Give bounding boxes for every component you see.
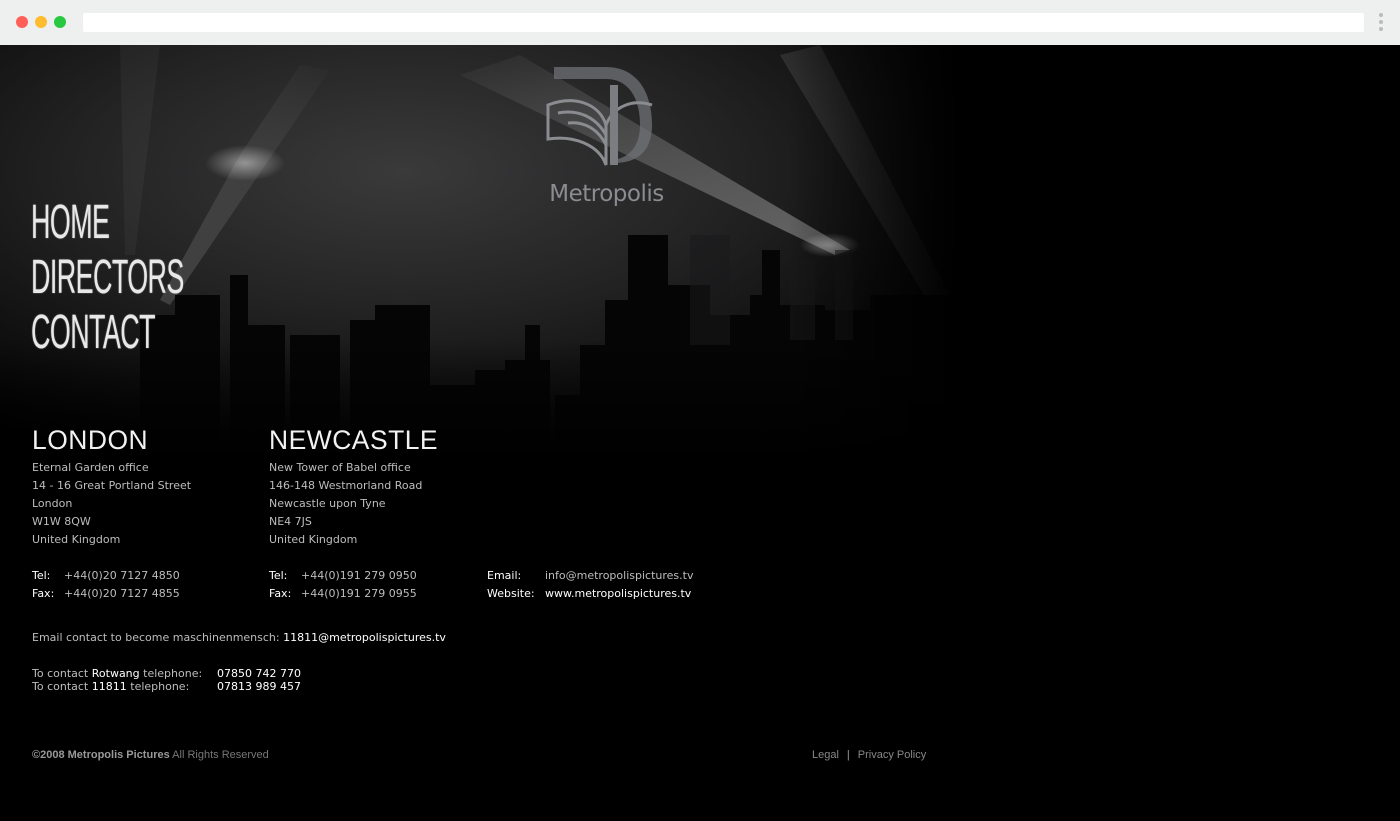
phone-contact-name: Rotwang bbox=[91, 667, 140, 680]
address-line: W1W 8QW bbox=[32, 515, 91, 528]
address-line: New Tower of Babel office bbox=[269, 461, 411, 474]
fax-label: Fax: bbox=[32, 587, 55, 600]
address-line: 146-148 Westmorland Road bbox=[269, 479, 423, 492]
london-address: Eternal Garden office 14 - 16 Great Port… bbox=[32, 459, 191, 549]
address-line: 14 - 16 Great Portland Street bbox=[32, 479, 192, 492]
phone-contact-name: 11811 bbox=[91, 680, 127, 693]
london-phones: Tel: +44(0)20 7127 4850 Fax: +44(0)20 7127… bbox=[32, 567, 180, 603]
nav-contact-link[interactable]: CONTACT bbox=[31, 305, 184, 360]
privacy-policy-link[interactable]: Privacy Policy bbox=[858, 749, 926, 761]
address-line: Newcastle upon Tyne bbox=[269, 497, 386, 510]
phone-prefix: To contact bbox=[32, 680, 89, 693]
london-title: LONDON bbox=[32, 425, 149, 455]
browser-chrome bbox=[0, 0, 1400, 45]
direct-phones: To contact Rotwang telephone: 07850 742 … bbox=[32, 667, 301, 693]
phone-row: To contact Rotwang telephone: 07850 742 … bbox=[32, 667, 301, 680]
newcastle-fax: +44(0)191 279 0955 bbox=[301, 587, 417, 600]
minimize-window-button[interactable] bbox=[35, 16, 47, 28]
newcastle-tel: +44(0)191 279 0950 bbox=[301, 569, 417, 582]
tel-label: Tel: bbox=[269, 569, 288, 582]
general-email-link[interactable]: info@metropolispictures.tv bbox=[545, 569, 693, 582]
general-contact: Email: info@metropolispictures.tv Website… bbox=[487, 567, 693, 603]
footer-separator: | bbox=[846, 749, 850, 761]
address-line: London bbox=[32, 497, 73, 510]
legal-link[interactable]: Legal bbox=[812, 749, 839, 761]
nav-directors-link[interactable]: DIRECTORS bbox=[31, 250, 184, 305]
copyright-owner: ©2008 Metropolis Pictures bbox=[32, 749, 170, 761]
phone-number: 07813 989 457 bbox=[217, 680, 301, 693]
maschinenmensch-contact: Email contact to become maschinenmensch:… bbox=[32, 631, 446, 644]
phone-number: 07850 742 770 bbox=[217, 667, 301, 680]
address-line: Eternal Garden office bbox=[32, 461, 149, 474]
maschinenmensch-text: Email contact to become maschinenmensch: bbox=[32, 631, 280, 644]
phone-suffix: telephone: bbox=[130, 680, 190, 693]
phone-prefix: To contact bbox=[32, 667, 89, 680]
newcastle-address: New Tower of Babel office 146-148 Westmo… bbox=[269, 459, 422, 549]
address-line: United Kingdom bbox=[269, 533, 358, 546]
london-tel: +44(0)20 7127 4850 bbox=[64, 569, 180, 582]
tel-label: Tel: bbox=[32, 569, 51, 582]
close-window-button[interactable] bbox=[16, 16, 28, 28]
page: Metropolis HOME DIRECTORS CONTACT LONDON… bbox=[0, 45, 1400, 821]
metropolis-emblem-icon bbox=[546, 67, 653, 166]
address-line: United Kingdom bbox=[32, 533, 121, 546]
fax-label: Fax: bbox=[269, 587, 292, 600]
nav-home-link[interactable]: HOME bbox=[31, 195, 184, 250]
website-label: Website: bbox=[487, 587, 535, 600]
newcastle-title: NEWCASTLE bbox=[269, 425, 439, 455]
address-line: NE4 7JS bbox=[269, 515, 312, 528]
logo-wordmark: Metropolis bbox=[549, 181, 664, 207]
metropolis-logo[interactable]: Metropolis bbox=[544, 65, 669, 215]
website-link[interactable]: www.metropolispictures.tv bbox=[545, 587, 691, 600]
newcastle-phones: Tel: +44(0)191 279 0950 Fax: +44(0)191 279… bbox=[269, 567, 417, 603]
footer-links: Legal | Privacy Policy bbox=[812, 749, 926, 761]
maschinenmensch-email-link[interactable]: 11811@metropolispictures.tv bbox=[283, 631, 446, 644]
maximize-window-button[interactable] bbox=[54, 16, 66, 28]
phone-row: To contact 11811 telephone: 07813 989 45… bbox=[32, 680, 301, 693]
phone-suffix: telephone: bbox=[143, 667, 203, 680]
browser-menu-icon[interactable] bbox=[1378, 13, 1384, 33]
main-nav: HOME DIRECTORS CONTACT bbox=[31, 195, 304, 360]
address-bar[interactable] bbox=[83, 13, 1364, 32]
rights-text: All Rights Reserved bbox=[172, 749, 269, 761]
copyright: ©2008 Metropolis Pictures All Rights Res… bbox=[32, 749, 269, 761]
email-label: Email: bbox=[487, 569, 522, 582]
london-fax: +44(0)20 7127 4855 bbox=[64, 587, 180, 600]
